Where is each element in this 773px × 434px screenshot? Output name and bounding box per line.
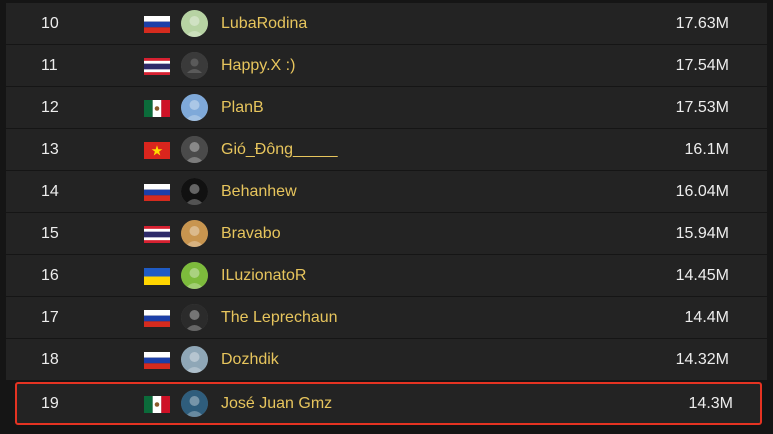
rank-number: 14 xyxy=(41,183,59,200)
player-score: 17.54M xyxy=(675,57,729,74)
country-flag-icon xyxy=(144,184,170,201)
rank-number: 17 xyxy=(41,309,59,326)
country-flag-icon xyxy=(144,100,170,117)
avatar-photo-icon[interactable] xyxy=(181,94,208,121)
player-score: 14.3M xyxy=(688,395,733,412)
rank-number: 18 xyxy=(41,351,59,368)
player-name-link[interactable]: Gió_Đông_____ xyxy=(221,129,338,170)
rank-number: 15 xyxy=(41,225,59,242)
leaderboard-row[interactable]: 14 Behanhew 16.04M xyxy=(6,171,767,212)
leaderboard-row[interactable]: 15 Bravabo 15.94M xyxy=(6,213,767,254)
player-score: 16.04M xyxy=(675,183,729,200)
rank-number: 12 xyxy=(41,99,59,116)
avatar-photo-icon[interactable] xyxy=(181,10,208,37)
avatar-photo-icon[interactable] xyxy=(181,220,208,247)
player-score: 14.32M xyxy=(675,351,729,368)
player-name-link[interactable]: LubaRodina xyxy=(221,3,307,44)
avatar-photo-icon[interactable] xyxy=(181,178,208,205)
player-name-link[interactable]: ILuzionatoR xyxy=(221,255,306,296)
avatar-photo-icon[interactable] xyxy=(181,262,208,289)
country-flag-icon xyxy=(144,310,170,327)
player-score: 14.4M xyxy=(684,309,729,326)
leaderboard-row[interactable]: 17 The Leprechaun 14.4M xyxy=(6,297,767,338)
leaderboard: 10 LubaRodina 17.63M 11 Happy.X :) 17.54M 12 Pl… xyxy=(6,3,767,426)
rank-number: 10 xyxy=(41,15,59,32)
leaderboard-row[interactable]: 16 ILuzionatoR 14.45M xyxy=(6,255,767,296)
rank-number: 11 xyxy=(41,57,58,74)
country-flag-icon xyxy=(144,142,170,159)
player-score: 16.1M xyxy=(684,141,729,158)
highlighted-player-row[interactable]: 19 José Juan Gmz 14.3M xyxy=(15,382,762,425)
player-name-link[interactable]: Dozhdik xyxy=(221,339,279,380)
rank-number: 19 xyxy=(41,395,59,412)
player-name-link[interactable]: Happy.X :) xyxy=(221,45,295,86)
player-score: 17.63M xyxy=(675,15,729,32)
country-flag-icon xyxy=(144,268,170,285)
player-score: 17.53M xyxy=(675,99,729,116)
country-flag-icon xyxy=(144,16,170,33)
avatar-photo-icon[interactable] xyxy=(181,346,208,373)
country-flag-icon xyxy=(144,352,170,369)
default-user-icon[interactable] xyxy=(181,52,208,79)
leaderboard-row[interactable]: 13 Gió_Đông_____ 16.1M xyxy=(6,129,767,170)
leaderboard-row[interactable]: 12 PlanB 17.53M xyxy=(6,87,767,128)
avatar-photo-icon[interactable] xyxy=(181,304,208,331)
player-name-link[interactable]: Bravabo xyxy=(221,213,281,254)
player-name-link[interactable]: The Leprechaun xyxy=(221,297,338,338)
avatar-photo-icon[interactable] xyxy=(181,390,208,417)
rank-number: 16 xyxy=(41,267,59,284)
player-score: 14.45M xyxy=(675,267,729,284)
player-score: 15.94M xyxy=(675,225,729,242)
country-flag-icon xyxy=(144,396,170,413)
country-flag-icon xyxy=(144,58,170,75)
player-name-link[interactable]: Behanhew xyxy=(221,171,297,212)
leaderboard-row[interactable]: 11 Happy.X :) 17.54M xyxy=(6,45,767,86)
avatar-photo-icon[interactable] xyxy=(181,136,208,163)
player-name-link[interactable]: José Juan Gmz xyxy=(221,384,332,423)
rank-number: 13 xyxy=(41,141,59,158)
leaderboard-row[interactable]: 18 Dozhdik 14.32M xyxy=(6,339,767,380)
country-flag-icon xyxy=(144,226,170,243)
player-name-link[interactable]: PlanB xyxy=(221,87,264,128)
leaderboard-row[interactable]: 10 LubaRodina 17.63M xyxy=(6,3,767,44)
